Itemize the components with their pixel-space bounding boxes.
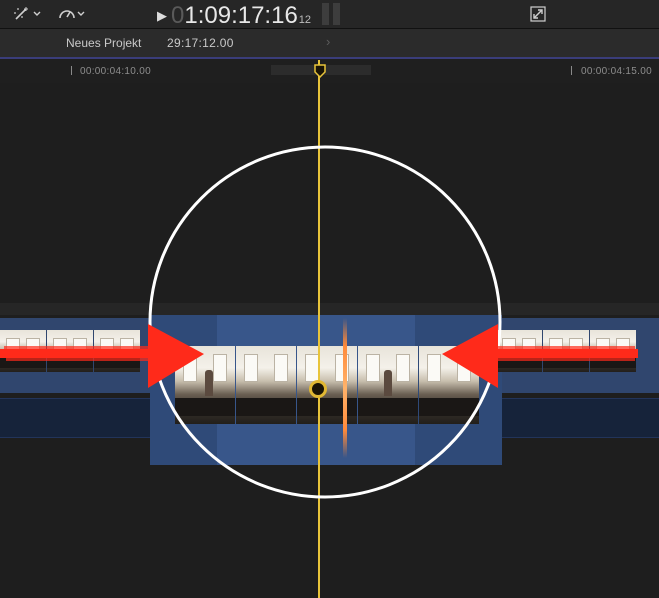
- arrow-left-icon: [442, 324, 638, 388]
- arrow-right-icon: [0, 324, 204, 388]
- magnifier-circle: [148, 145, 502, 499]
- annotation-overlay: [0, 145, 638, 499]
